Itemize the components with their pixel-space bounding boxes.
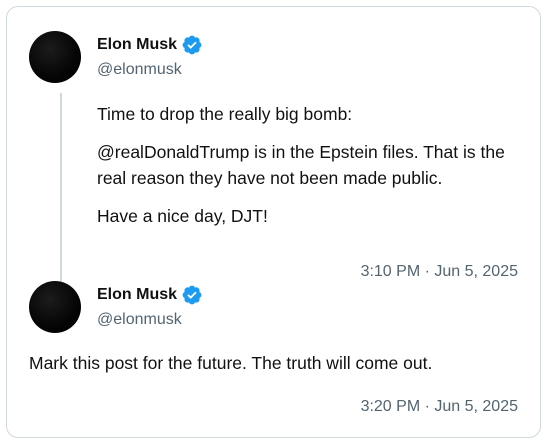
tweet-text: Mark this post for the future. The truth… [29, 350, 529, 376]
verified-badge-icon [181, 34, 203, 56]
verified-badge-icon [181, 284, 203, 306]
tweet-text: Time to drop the really big bomb: @realD… [97, 101, 517, 229]
tweet-paragraph: Time to drop the really big bomb: [97, 104, 353, 124]
author-name[interactable]: Elon Musk [97, 286, 177, 304]
author-row: Elon Musk [97, 284, 203, 306]
author-handle[interactable]: @elonmusk [97, 311, 182, 329]
author-row: Elon Musk [97, 34, 203, 56]
tweet-paragraph: Have a nice day, DJT! [97, 206, 268, 226]
avatar[interactable] [29, 31, 81, 83]
avatar[interactable] [29, 281, 81, 333]
author-handle[interactable]: @elonmusk [97, 61, 182, 79]
tweet-thread-card: Elon Musk @elonmusk Time to drop the rea… [6, 6, 541, 438]
author-name[interactable]: Elon Musk [97, 36, 177, 54]
tweet-paragraph: Mark this post for the future. The truth… [29, 353, 433, 373]
tweet-timestamp[interactable]: 3:10 PM · Jun 5, 2025 [361, 263, 518, 281]
thread-connector-line [60, 93, 62, 283]
tweet-timestamp[interactable]: 3:20 PM · Jun 5, 2025 [361, 398, 518, 416]
tweet-paragraph: @realDonaldTrump is in the Epstein files… [97, 142, 505, 188]
